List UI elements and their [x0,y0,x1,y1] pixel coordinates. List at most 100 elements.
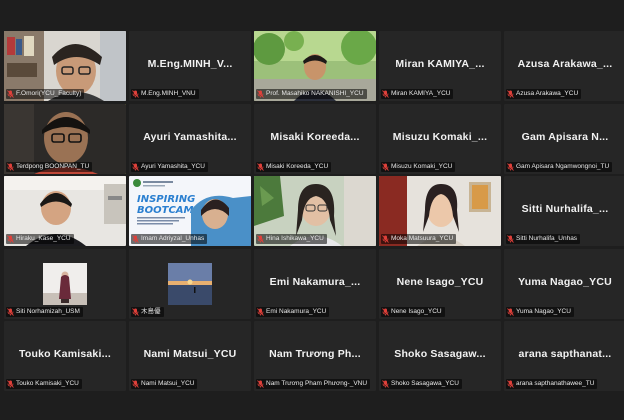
participant-tile[interactable]: Nami Matsui_YCU Nami Matsui_YCU [129,321,251,391]
participant-label-text: Misuzu Komaki_YCU [391,162,453,170]
participant-tile[interactable]: Moka Matsuura_YCU [379,176,501,246]
muted-mic-icon [132,235,139,243]
muted-mic-icon [257,90,264,98]
participant-label-text: Nam Trương Pham Phương-_VNU [266,380,368,387]
participant-name-label: Emi Nakamura_YCU [256,306,330,317]
participant-name-label: Nam Trương Pham Phương-_VNU [256,379,371,389]
participant-display-name: Nami Matsui_YCU [143,348,237,360]
muted-mic-icon [7,307,14,316]
muted-mic-icon [7,162,14,171]
participant-label-text: Terdpong BOONPAN_TU [16,162,90,170]
participant-tile[interactable]: Azusa Arakawa_... Azusa Arakawa_YCU [504,31,624,101]
participant-display-name: Miran KAMIYA_... [395,58,485,70]
participant-label-text: Gam Apisara Ngamwongnoi_TU [516,162,610,170]
participant-name-label: Misaki Koreeda_YCU [256,161,332,172]
participant-tile[interactable]: Sitti Nurhalifa_... Sitti Nurhalifa_Unha… [504,176,624,246]
participant-tile[interactable]: Prof. Masahiko NAKANISHI_YCU [254,31,376,101]
participant-label-text: Misaki Koreeda_YCU [266,162,329,170]
muted-mic-icon [257,307,264,316]
participant-display-name: Yuma Nagao_YCU [518,275,612,288]
participant-tile[interactable]: Misaki Koreeda... Misaki Koreeda_YCU [254,103,376,174]
participant-label-text: F.Omori(YCU_Faculty) [16,90,82,97]
participant-label-text: M.Eng.MINH_VNU [141,90,196,97]
participant-display-name: arana sapthanat... [518,348,612,360]
participant-display-name: Ayuri Yamashita... [143,130,237,143]
participant-tile[interactable]: Misuzu Komaki_... Misuzu Komaki_YCU [379,103,501,174]
participant-display-name: Azusa Arakawa_... [517,58,613,70]
participant-tile[interactable]: Gam Apisara N... Gam Apisara Ngamwongnoi… [504,103,624,174]
participant-label-text: Shoko Sasagawa_YCU [391,380,459,387]
participant-name-label: Moka Matsuura_YCU [381,234,457,244]
participant-label-text: Hiraku_Kase_YCU [16,235,71,242]
participant-label-text: Moka Matsuura_YCU [391,235,454,242]
participant-label-text: 木島優 [141,307,161,315]
muted-mic-icon [132,162,139,171]
participant-tile[interactable]: M.Eng.MINH_V... M.Eng.MINH_VNU [129,31,251,101]
participant-tile[interactable]: arana sapthanat... arana sapthanathawee_… [504,321,624,391]
participant-name-label: F.Omori(YCU_Faculty) [6,89,85,99]
muted-mic-icon [507,90,514,98]
muted-mic-icon [7,380,14,388]
participant-name-label: Ayuri Yamashita_YCU [131,161,208,172]
participant-tile[interactable]: Shoko Sasagaw... Shoko Sasagawa_YCU [379,321,501,391]
participant-tile[interactable]: Touko Kamisaki... Touko Kamisaki_YCU [4,321,126,391]
participant-display-name: Touko Kamisaki... [19,348,111,360]
muted-mic-icon [382,380,389,388]
participant-name-label: 木島優 [131,306,164,317]
participant-display-name: Misuzu Komaki_... [392,130,488,143]
meeting-window: F.Omori(YCU_Faculty) M.Eng.MINH_V... M.E… [0,0,624,420]
participant-name-label: Nene Isago_YCU [381,306,445,317]
muted-mic-icon [507,235,514,243]
muted-mic-icon [132,90,139,98]
muted-mic-icon [382,162,389,171]
participant-display-name: Gam Apisara N... [521,130,609,143]
participant-name-label: Gam Apisara Ngamwongnoi_TU [506,161,613,172]
gallery-grid: F.Omori(YCU_Faculty) M.Eng.MINH_V... M.E… [4,31,624,391]
participant-tile[interactable]: 木島優 [129,248,251,319]
participant-name-label: Prof. Masahiko NAKANISHI_YCU [256,89,367,99]
participant-display-name: Nam Trương Ph... [269,348,361,360]
participant-label-text: Nami Matsui_YCU [141,380,195,387]
muted-mic-icon [507,380,514,388]
participant-tile[interactable]: Nene Isago_YCU Nene Isago_YCU [379,248,501,319]
participant-name-label: Yuma Nagao_YCU [506,306,574,317]
participant-tile[interactable]: Ayuri Yamashita... Ayuri Yamashita_YCU [129,103,251,174]
participant-name-label: Hina Ishikawa_YCU [256,234,327,244]
participant-label-text: Miran KAMIYA_YCU [391,90,451,97]
participant-tile[interactable]: Siti Norhamizah_USM [4,248,126,319]
participant-name-label: Sitti Nurhalifa_Unhas [506,234,581,244]
participant-tile[interactable]: Nam Trương Ph... Nam Trương Pham Phương-… [254,321,376,391]
participant-name-label: M.Eng.MINH_VNU [131,89,199,99]
participant-label-text: arana sapthanathawee_TU [516,380,595,387]
participant-tile[interactable]: Terdpong BOONPAN_TU [4,103,126,174]
participant-name-label: Misuzu Komaki_YCU [381,161,456,172]
participant-label-text: Hina Ishikawa_YCU [266,235,324,242]
participant-display-name: Nene Isago_YCU [396,275,484,288]
participant-tile[interactable]: F.Omori(YCU_Faculty) [4,31,126,101]
participant-name-label: Shoko Sasagawa_YCU [381,379,462,389]
participant-label-text: Prof. Masahiko NAKANISHI_YCU [266,90,364,97]
participant-label-text: Yuma Nagao_YCU [516,307,571,315]
muted-mic-icon [7,235,14,243]
participant-tile[interactable]: Miran KAMIYA_... Miran KAMIYA_YCU [379,31,501,101]
muted-mic-icon [257,235,264,243]
participant-label-text: Azusa Arakawa_YCU [516,90,579,97]
slide-title-line1: INSPIRING [137,194,195,205]
participant-tile[interactable]: Hiraku_Kase_YCU [4,176,126,246]
participant-tile[interactable]: Yuma Nagao_YCU Yuma Nagao_YCU [504,248,624,319]
participant-tile[interactable]: Emi Nakamura_... Emi Nakamura_YCU [254,248,376,319]
participant-display-name: Emi Nakamura_... [269,275,361,288]
participant-name-label: Hiraku_Kase_YCU [6,234,74,244]
participant-label-text: Ayuri Yamashita_YCU [141,162,205,170]
participant-tile[interactable]: Hina Ishikawa_YCU [254,176,376,246]
muted-mic-icon [7,90,14,98]
participant-name-label: Terdpong BOONPAN_TU [6,161,93,172]
participant-label-text: Sitti Nurhalifa_Unhas [516,235,578,242]
participant-name-label: Imam Adriyzal_Unhas [131,234,208,244]
muted-mic-icon [507,307,514,316]
muted-mic-icon [257,380,264,388]
participant-display-name: M.Eng.MINH_V... [147,58,233,70]
participant-display-name: Misaki Koreeda... [270,130,360,143]
participant-tile[interactable]: INSPIRING BOOTCAMP Imam Adriyzal_Unhas [129,176,251,246]
muted-mic-icon [257,162,264,171]
